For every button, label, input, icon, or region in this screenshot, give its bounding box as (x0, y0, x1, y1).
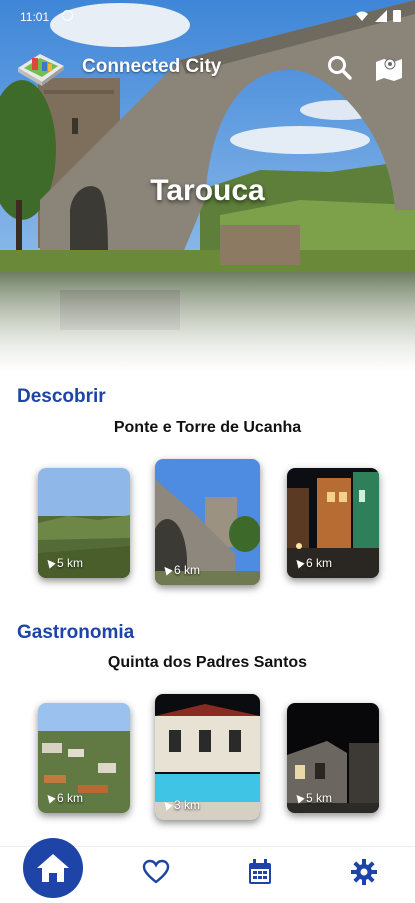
app-title: Connected City (82, 56, 222, 77)
battery-icon (393, 10, 401, 22)
distance-label: 5 km (306, 791, 333, 805)
heart-icon[interactable] (142, 859, 170, 885)
sync-status-icon (62, 10, 73, 21)
status-bar: 11:01 (0, 0, 415, 34)
home-icon (37, 854, 69, 882)
navigation-arrow-icon (161, 564, 173, 576)
section-subtitle-gastronomia: Quinta dos Padres Santos (107, 654, 308, 671)
status-time: 11:01 (20, 10, 50, 24)
distance-badge: 5 km (44, 556, 84, 570)
hero-fade (0, 272, 415, 372)
navigation-arrow-icon (44, 557, 56, 569)
city-name: Tarouca (150, 174, 265, 207)
app-logo-icon (18, 54, 64, 86)
section-title-descobrir[interactable]: Descobrir (17, 386, 106, 408)
bottom-navigation (0, 838, 415, 901)
search-icon[interactable] (326, 54, 354, 82)
section-subtitle-descobrir: Ponte e Torre de Ucanha (113, 419, 302, 436)
distance-badge: 3 km (161, 798, 201, 812)
card-descobrir-3[interactable]: 6 km (287, 468, 379, 578)
card-gastronomia-2[interactable]: 3 km (155, 694, 260, 820)
distance-badge: 5 km (293, 791, 333, 805)
distance-label: 6 km (57, 791, 84, 805)
distance-label: 6 km (174, 563, 201, 577)
card-descobrir-2[interactable]: 6 km (155, 459, 260, 585)
card-gastronomia-1[interactable]: 6 km (38, 703, 130, 813)
app-bar: Connected City (0, 40, 415, 96)
section-title-gastronomia[interactable]: Gastronomia (17, 622, 134, 644)
distance-label: 6 km (306, 556, 333, 570)
map-icon[interactable] (374, 54, 404, 82)
nav-home-button[interactable] (23, 838, 83, 898)
card-descobrir-1[interactable]: 5 km (38, 468, 130, 578)
gear-icon[interactable] (350, 858, 378, 886)
distance-badge: 6 km (44, 791, 84, 805)
calendar-icon[interactable] (247, 858, 273, 886)
distance-label: 5 km (57, 556, 84, 570)
navigation-arrow-icon (293, 557, 305, 569)
distance-badge: 6 km (293, 556, 333, 570)
distance-label: 3 km (174, 798, 201, 812)
distance-badge: 6 km (161, 563, 201, 577)
navigation-arrow-icon (161, 799, 173, 811)
signal-icon (375, 9, 387, 22)
status-icons (355, 9, 401, 22)
navigation-arrow-icon (293, 792, 305, 804)
navigation-arrow-icon (44, 792, 56, 804)
card-gastronomia-3[interactable]: 5 km (287, 703, 379, 813)
wifi-icon (356, 11, 368, 21)
